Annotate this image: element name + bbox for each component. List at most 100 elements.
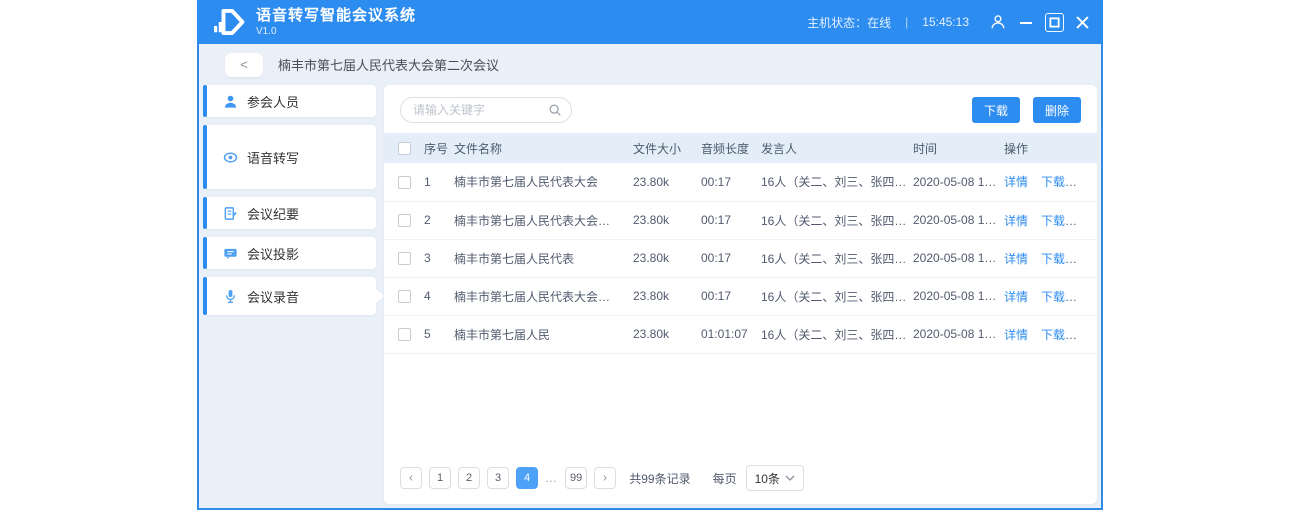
row-delete-link[interactable]: 删除 [1078, 175, 1097, 189]
table-row: 5 楠丰市第七届人民 23.80k 01:01:07 16人（关二、刘三、张四…… [384, 315, 1097, 353]
col-header-duration: 音频长度 [701, 133, 761, 163]
table-row: 1 楠丰市第七届人民代表大会 23.80k 00:17 16人（关二、刘三、张四… [384, 163, 1097, 201]
row-delete-link[interactable]: 删除 [1078, 290, 1097, 304]
per-page-select[interactable]: 10条 [746, 465, 804, 491]
cell-speakers: 16人（关二、刘三、张四…） [761, 163, 913, 201]
minimize-button[interactable] [1019, 15, 1033, 29]
row-detail-link[interactable]: 详情 [1004, 214, 1028, 228]
cell-filesize: 23.80k [633, 201, 701, 239]
sidebar-item-label: 会议投影 [247, 244, 299, 263]
meeting-minutes-icon [223, 206, 238, 221]
row-detail-link[interactable]: 详情 [1004, 252, 1028, 266]
row-download-link[interactable]: 下载 [1041, 214, 1065, 228]
sidebar-item-recordings[interactable]: 会议录音 [205, 277, 376, 315]
row-checkbox[interactable] [398, 214, 411, 227]
microphone-icon [223, 289, 238, 304]
sidebar-item-attendees[interactable]: 参会人员 [205, 85, 376, 117]
status-separator: | [905, 15, 908, 29]
row-delete-link[interactable]: 删除 [1078, 214, 1097, 228]
table-row: 2 楠丰市第七届人民代表大会… 23.80k 00:17 16人（关二、刘三、张… [384, 201, 1097, 239]
cell-speakers: 16人（关二、刘三、张四…） [761, 201, 913, 239]
close-button[interactable] [1076, 16, 1089, 29]
toolbar: 下载 删除 [384, 85, 1097, 133]
search-input[interactable] [400, 97, 572, 123]
row-download-link[interactable]: 下载 [1041, 252, 1065, 266]
cell-filesize: 23.80k [633, 315, 701, 353]
page-button-3[interactable]: 3 [487, 467, 509, 489]
sidebar-item-meeting-minutes[interactable]: 会议纪要 [205, 197, 376, 229]
cell-index: 3 [424, 239, 454, 277]
page-button-2[interactable]: 2 [458, 467, 480, 489]
cell-time: 2020-05-08 19:36 [913, 277, 1004, 315]
pagination: 1 2 3 4 … 99 共99条记录 每页 10条 [400, 465, 804, 491]
cell-index: 4 [424, 277, 454, 315]
sidebar-item-projection[interactable]: 会议投影 [205, 237, 376, 269]
col-header-filename: 文件名称 [454, 133, 633, 163]
cell-speakers: 16人（关二、刘三、张四…） [761, 277, 913, 315]
row-detail-link[interactable]: 详情 [1004, 290, 1028, 304]
recordings-panel: 下载 删除 序号 文件名称 文件大小 音频长度 发言人 [384, 85, 1097, 504]
row-checkbox[interactable] [398, 252, 411, 265]
cell-index: 1 [424, 163, 454, 201]
sidebar-item-label: 参会人员 [247, 92, 299, 111]
page-button-4-active[interactable]: 4 [516, 467, 538, 489]
cell-duration: 00:17 [701, 201, 761, 239]
sidebar-item-voice-transcribe[interactable]: 语音转写 [205, 125, 376, 189]
next-page-button[interactable] [594, 467, 616, 489]
download-button[interactable]: 下载 [972, 97, 1020, 123]
row-download-link[interactable]: 下载 [1041, 175, 1065, 189]
row-download-link[interactable]: 下载 [1041, 328, 1065, 342]
back-chevron-icon: < [240, 57, 248, 72]
table-row: 3 楠丰市第七届人民代表 23.80k 00:17 16人（关二、刘三、张四…）… [384, 239, 1097, 277]
per-page-label: 每页 [713, 470, 737, 487]
meeting-title: 楠丰市第七届人民代表大会第二次会议 [278, 55, 499, 74]
user-icon [223, 94, 238, 109]
cell-speakers: 16人（关二、刘三、张四…） [761, 239, 913, 277]
select-all-checkbox[interactable] [398, 142, 411, 155]
cell-filename: 楠丰市第七届人民 [454, 315, 633, 353]
brand: 语音转写智能会议系统 V1.0 [211, 7, 416, 37]
app-logo-icon [211, 7, 247, 37]
cell-actions: 详情下载删除 [1004, 239, 1097, 277]
back-button[interactable]: < [225, 53, 263, 77]
row-detail-link[interactable]: 详情 [1004, 328, 1028, 342]
cell-actions: 详情下载删除 [1004, 163, 1097, 201]
user-icon[interactable] [989, 13, 1007, 31]
page-button-1[interactable]: 1 [429, 467, 451, 489]
table-row: 4 楠丰市第七届人民代表大会… 23.80k 00:17 16人（关二、刘三、张… [384, 277, 1097, 315]
cell-actions: 详情下载删除 [1004, 315, 1097, 353]
recordings-table: 序号 文件名称 文件大小 音频长度 发言人 时间 操作 1 楠丰市第七届人民代表… [384, 133, 1097, 354]
title-bar: 语音转写智能会议系统 V1.0 主机状态：在线 | 15:45:13 [197, 0, 1103, 44]
cell-index: 2 [424, 201, 454, 239]
row-detail-link[interactable]: 详情 [1004, 175, 1028, 189]
row-checkbox[interactable] [398, 328, 411, 341]
row-delete-link[interactable]: 删除 [1078, 252, 1097, 266]
breadcrumb: < 楠丰市第七届人民代表大会第二次会议 [199, 44, 1101, 85]
cell-time: 2020-05-08 19:36 [913, 201, 1004, 239]
sidebar-item-label: 会议录音 [247, 287, 299, 306]
cell-duration: 00:17 [701, 239, 761, 277]
cell-time: 2020-05-08 19:36 [913, 163, 1004, 201]
cell-filename: 楠丰市第七届人民代表大会… [454, 201, 633, 239]
sidebar-item-label: 语音转写 [247, 148, 299, 167]
prev-page-button[interactable] [400, 467, 422, 489]
col-header-actions: 操作 [1004, 133, 1097, 163]
app-version: V1.0 [256, 26, 416, 37]
chevron-left-icon [406, 475, 416, 481]
row-checkbox[interactable] [398, 176, 411, 189]
row-checkbox[interactable] [398, 290, 411, 303]
cell-actions: 详情下载删除 [1004, 277, 1097, 315]
col-header-speakers: 发言人 [761, 133, 913, 163]
delete-button[interactable]: 删除 [1033, 97, 1081, 123]
row-delete-link[interactable]: 删除 [1078, 328, 1097, 342]
cell-filesize: 23.80k [633, 277, 701, 315]
maximize-button[interactable] [1045, 13, 1064, 32]
per-page-value: 10条 [755, 470, 780, 487]
search-box [400, 97, 572, 123]
row-download-link[interactable]: 下载 [1041, 290, 1065, 304]
cell-filesize: 23.80k [633, 239, 701, 277]
table-body: 1 楠丰市第七届人民代表大会 23.80k 00:17 16人（关二、刘三、张四… [384, 163, 1097, 353]
page-button-99[interactable]: 99 [565, 467, 587, 489]
chevron-right-icon [600, 475, 610, 481]
app-window: 语音转写智能会议系统 V1.0 主机状态：在线 | 15:45:13 [197, 0, 1103, 510]
